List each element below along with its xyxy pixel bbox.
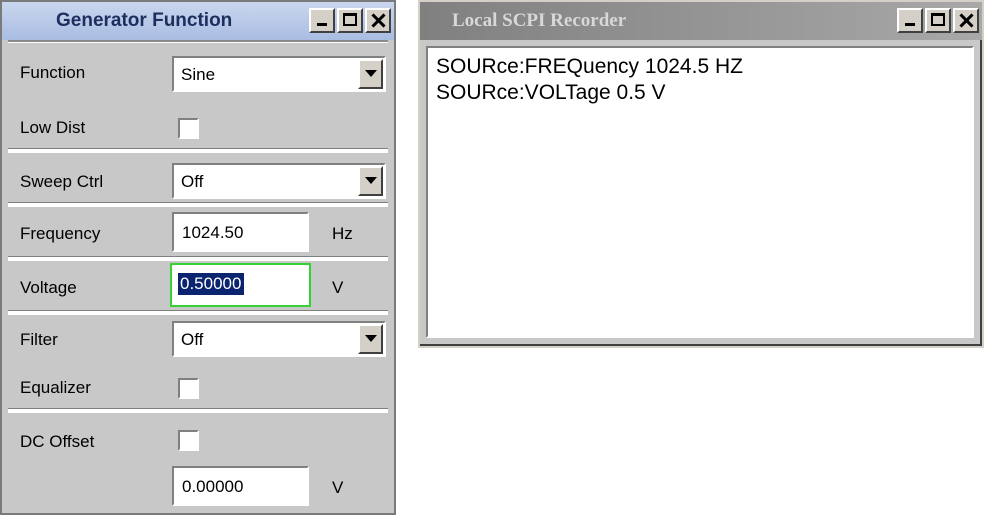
low-dist-checkbox[interactable] bbox=[178, 118, 199, 139]
scpi-command-line: SOURce:VOLTage 0.5 V bbox=[436, 81, 666, 104]
generator-content: Function Sine Low Dist Sweep Ctrl Off Fr… bbox=[8, 40, 388, 513]
window-controls bbox=[309, 8, 391, 33]
maximize-button[interactable] bbox=[925, 8, 951, 33]
dc-offset-unit: V bbox=[332, 478, 344, 497]
filter-value: Off bbox=[181, 330, 204, 349]
dc-offset-input[interactable]: 0.00000 bbox=[172, 466, 309, 506]
scpi-command-log[interactable]: SOURce:FREQuency 1024.5 HZ SOURce:VOLTag… bbox=[426, 46, 974, 338]
equalizer-checkbox[interactable] bbox=[178, 378, 199, 399]
generator-title: Generator Function bbox=[56, 10, 233, 31]
dc-offset-section: DC Offset 0.00000 V bbox=[8, 410, 388, 515]
voltage-section: Voltage 0.50000 V bbox=[8, 258, 388, 310]
voltage-input[interactable]: 0.50000 bbox=[170, 263, 311, 307]
window-controls bbox=[897, 8, 979, 33]
close-button[interactable] bbox=[365, 8, 391, 33]
frequency-unit: Hz bbox=[332, 224, 353, 243]
filter-section: Filter Off Equalizer bbox=[8, 312, 388, 408]
equalizer-label: Equalizer bbox=[20, 378, 91, 397]
sweep-ctrl-label: Sweep Ctrl bbox=[20, 172, 104, 191]
minimize-button[interactable] bbox=[309, 8, 335, 33]
dropdown-arrow-icon[interactable] bbox=[358, 166, 383, 196]
dc-offset-checkbox[interactable] bbox=[178, 430, 199, 451]
dropdown-arrow-icon[interactable] bbox=[358, 59, 383, 89]
dropdown-arrow-icon[interactable] bbox=[358, 324, 383, 354]
sweep-section: Sweep Ctrl Off bbox=[8, 150, 388, 202]
voltage-unit: V bbox=[332, 278, 344, 297]
frequency-value: 1024.50 bbox=[182, 223, 244, 242]
recorder-title-bar[interactable]: Local SCPI Recorder bbox=[420, 2, 982, 40]
filter-select[interactable]: Off bbox=[172, 321, 386, 357]
function-section: Function Sine Low Dist bbox=[8, 40, 388, 148]
sweep-ctrl-value: Off bbox=[181, 172, 204, 191]
close-button[interactable] bbox=[953, 8, 979, 33]
function-label: Function bbox=[20, 63, 86, 82]
frequency-section: Frequency 1024.50 Hz bbox=[8, 204, 388, 256]
function-select[interactable]: Sine bbox=[172, 56, 386, 92]
filter-label: Filter bbox=[20, 330, 58, 349]
dc-offset-label: DC Offset bbox=[20, 432, 95, 451]
maximize-button[interactable] bbox=[337, 8, 363, 33]
sweep-ctrl-select[interactable]: Off bbox=[172, 163, 386, 199]
generator-title-bar[interactable]: Generator Function bbox=[2, 2, 394, 40]
frequency-input[interactable]: 1024.50 bbox=[172, 212, 309, 252]
dc-offset-value: 0.00000 bbox=[182, 477, 244, 496]
scpi-recorder-window: Local SCPI Recorder SOURce:FREQuency 102… bbox=[418, 0, 984, 348]
voltage-value: 0.50000 bbox=[178, 273, 245, 295]
frequency-label: Frequency bbox=[20, 224, 101, 243]
voltage-label: Voltage bbox=[20, 278, 77, 297]
recorder-title: Local SCPI Recorder bbox=[452, 10, 627, 31]
minimize-button[interactable] bbox=[897, 8, 923, 33]
function-value: Sine bbox=[181, 65, 216, 84]
generator-function-window: Generator Function Function Sine Low Dis… bbox=[0, 0, 396, 515]
low-dist-label: Low Dist bbox=[20, 118, 86, 137]
scpi-command-line: SOURce:FREQuency 1024.5 HZ bbox=[436, 55, 743, 78]
